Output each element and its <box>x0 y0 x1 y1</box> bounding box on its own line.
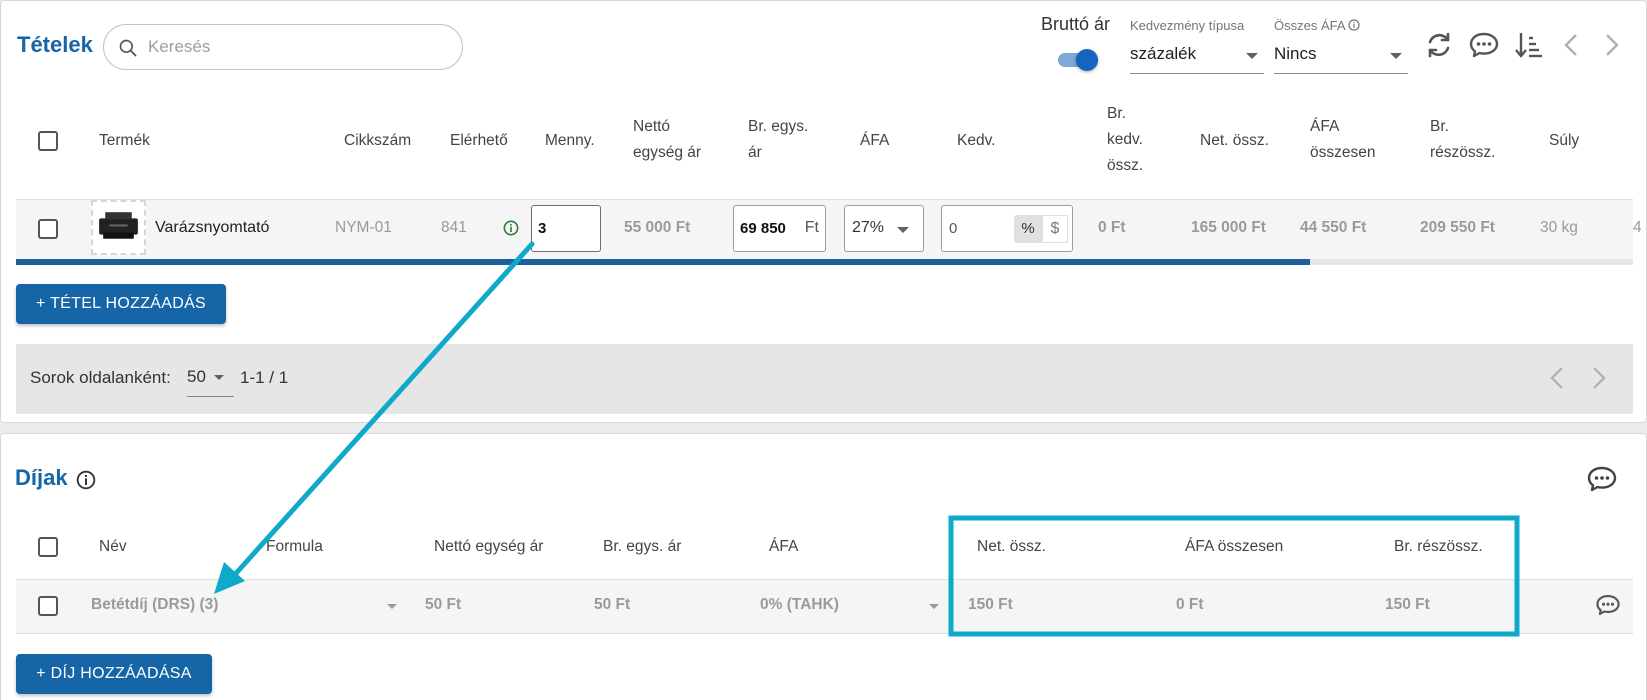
discount-type-caret-icon[interactable] <box>1246 53 1258 59</box>
chevron-left-icon[interactable] <box>1556 29 1588 61</box>
fee-row-checkbox[interactable] <box>38 596 58 616</box>
fees-col-net-total[interactable]: Net. össz. <box>977 534 1046 560</box>
discount-input[interactable]: 0 % $ <box>941 205 1073 252</box>
item-vat-total: 44 550 Ft <box>1300 219 1367 236</box>
fee-gross-subtotal: 150 Ft <box>1385 596 1430 613</box>
info-icon[interactable] <box>1348 19 1361 31</box>
vat-select[interactable]: 27% <box>844 205 924 252</box>
col-gross-discount[interactable]: Br. kedv. össz. <box>1107 101 1143 179</box>
fees-col-gross-unit[interactable]: Br. egys. ár <box>603 534 681 560</box>
discount-amount-toggle[interactable]: $ <box>1042 215 1068 243</box>
search-icon <box>119 39 137 57</box>
col-vat[interactable]: ÁFA <box>860 128 889 154</box>
fees-col-name[interactable]: Név <box>99 534 127 560</box>
fee-name[interactable]: Betétdíj (DRS) (3) <box>91 596 218 614</box>
col-net-total[interactable]: Net. össz. <box>1200 128 1269 154</box>
col-qty[interactable]: Menny. <box>545 128 595 154</box>
gross-price-label: Bruttó ár <box>1041 14 1111 34</box>
item-net-unit: 55 000 Ft <box>624 219 691 236</box>
vat-caret-icon[interactable] <box>897 227 909 233</box>
item-sku: NYM-01 <box>335 219 392 236</box>
search-input[interactable] <box>146 35 446 59</box>
fee-name-caret-icon[interactable] <box>387 604 397 609</box>
add-fee-button[interactable]: + DÍJ HOZZÁADÁSA <box>16 654 212 694</box>
total-vat-underline <box>1274 73 1408 74</box>
col-net-unit[interactable]: Nettó egység ár <box>633 114 701 166</box>
fee-row-comment-icon[interactable] <box>1595 592 1621 618</box>
total-vat-value[interactable]: Nincs <box>1274 44 1317 64</box>
pagination-prev-icon[interactable] <box>1542 362 1574 394</box>
item-net-total: 165 000 Ft <box>1191 219 1266 236</box>
total-vat-label: Összes ÁFA <box>1274 18 1361 33</box>
fee-gross-unit: 50 Ft <box>594 596 631 613</box>
fee-vat-total: 0 Ft <box>1176 596 1204 613</box>
refresh-icon[interactable] <box>1423 29 1455 61</box>
fees-col-vat-total[interactable]: ÁFA összesen <box>1185 534 1283 560</box>
product-thumbnail <box>91 200 146 255</box>
total-vat-caret-icon[interactable] <box>1390 53 1402 59</box>
qty-input[interactable]: 3 <box>531 205 601 252</box>
comment-icon[interactable] <box>1468 29 1500 61</box>
pagination-range: 1-1 / 1 <box>240 368 289 387</box>
chevron-right-icon[interactable] <box>1595 29 1627 61</box>
select-all-fees-checkbox[interactable] <box>38 537 58 557</box>
items-panel: Tételek Bruttó ár Kedvezmény típusa száz… <box>0 0 1647 423</box>
discount-type-value[interactable]: százalék <box>1130 44 1196 64</box>
col-gross-subtotal[interactable]: Br. részössz. <box>1430 114 1495 166</box>
table-scrollbar-thumb[interactable] <box>16 259 1310 265</box>
discount-percent-toggle[interactable]: % <box>1014 215 1042 243</box>
select-all-items-checkbox[interactable] <box>38 131 58 151</box>
gross-price-toggle-thumb[interactable] <box>1076 49 1098 71</box>
rows-per-page-underline <box>187 396 234 397</box>
fees-col-gross-subtotal[interactable]: Br. részössz. <box>1394 534 1483 560</box>
fees-col-formula[interactable]: Formula <box>266 534 323 560</box>
discount-type-label: Kedvezmény típusa <box>1130 18 1245 33</box>
fees-info-icon[interactable] <box>76 470 96 490</box>
fee-net-total: 150 Ft <box>968 596 1013 613</box>
rows-per-page-select[interactable]: 50 <box>187 367 206 387</box>
fees-panel: Díjak Név Formula Nettó egység ár Br. eg… <box>0 433 1647 700</box>
col-product[interactable]: Termék <box>99 128 150 154</box>
fee-net-unit: 50 Ft <box>425 596 462 613</box>
col-gross-unit[interactable]: Br. egys. ár <box>748 114 808 166</box>
item-overflow-cell: 4 <box>1633 219 1642 236</box>
printer-icon <box>99 212 138 239</box>
discount-type-underline <box>1130 73 1264 74</box>
col-weight[interactable]: Súly <box>1549 128 1579 154</box>
fee-vat[interactable]: 0% (TAHK) <box>760 596 839 614</box>
sort-icon[interactable] <box>1513 29 1545 61</box>
fees-comment-icon[interactable] <box>1586 463 1618 495</box>
fee-vat-caret-icon[interactable] <box>929 604 939 609</box>
search-box[interactable] <box>103 24 463 70</box>
add-item-button[interactable]: + TÉTEL HOZZÁADÁS <box>16 284 226 324</box>
col-discount[interactable]: Kedv. <box>957 128 996 154</box>
availability-info-icon[interactable] <box>503 220 519 236</box>
items-title: Tételek <box>17 32 93 57</box>
col-available[interactable]: Elérhető <box>450 128 508 154</box>
item-row-checkbox[interactable] <box>38 219 58 239</box>
item-gross-discount: 0 Ft <box>1098 219 1126 236</box>
col-sku[interactable]: Cikkszám <box>344 128 411 154</box>
pagination-next-icon[interactable] <box>1582 362 1614 394</box>
item-gross-subtotal: 209 550 Ft <box>1420 219 1495 236</box>
item-weight: 30 kg <box>1540 219 1578 236</box>
gross-unit-input[interactable]: 69 850 Ft <box>733 205 826 252</box>
fees-title: Díjak <box>15 465 68 490</box>
fees-col-net-unit[interactable]: Nettó egység ár <box>434 534 543 560</box>
rows-per-page-label: Sorok oldalanként: <box>30 368 171 387</box>
fees-col-vat[interactable]: ÁFA <box>769 534 798 560</box>
rows-per-page-caret-icon[interactable] <box>214 375 224 380</box>
item-product-name: Varázsnyomtató <box>155 219 270 236</box>
col-vat-total[interactable]: ÁFA összesen <box>1310 114 1375 166</box>
item-available: 841 <box>441 219 467 236</box>
